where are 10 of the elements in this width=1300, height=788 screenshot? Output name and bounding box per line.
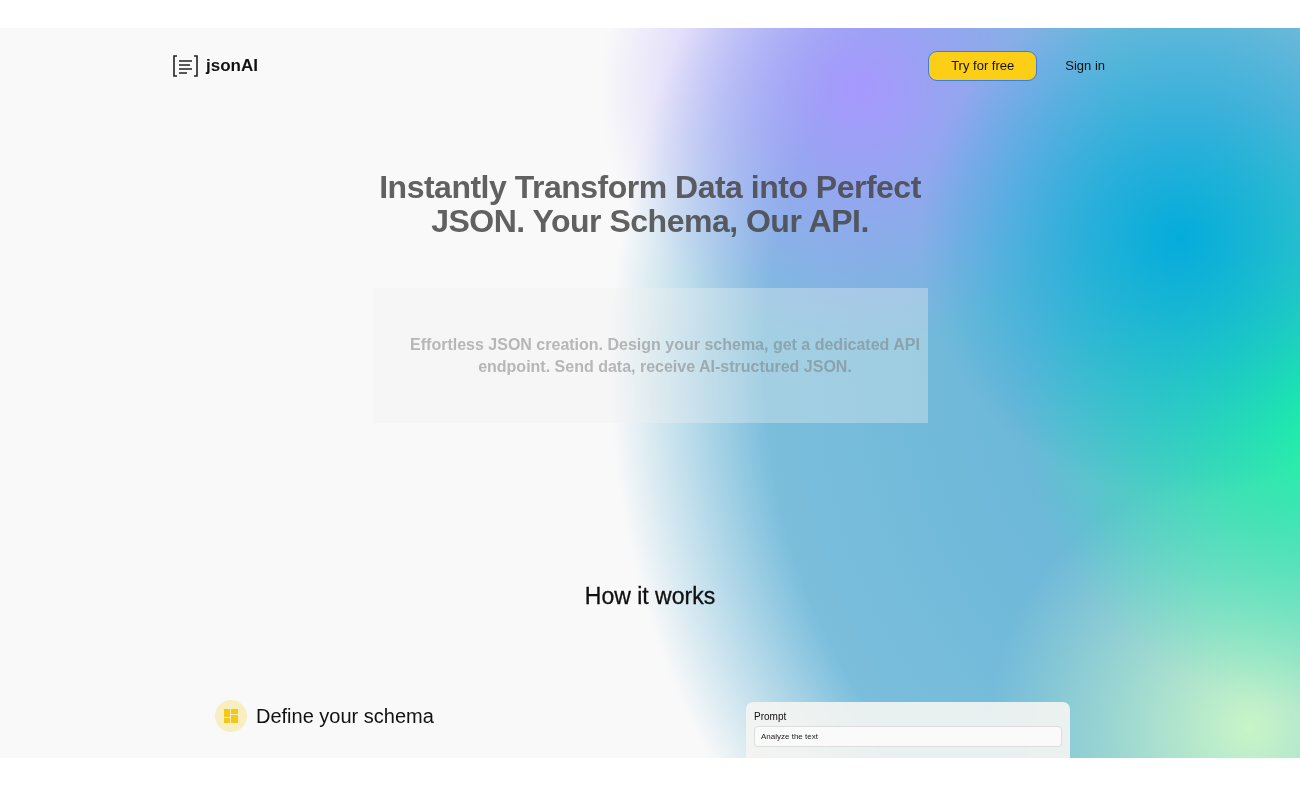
prompt-label: Prompt <box>754 711 788 722</box>
layout-icon <box>215 700 247 732</box>
logo-icon <box>173 54 198 77</box>
prompt-field[interactable]: Analyze the text <box>754 726 1062 747</box>
section-heading: How it works <box>583 583 717 610</box>
try-free-button[interactable]: Try for free <box>928 50 1038 81</box>
sign-in-link[interactable]: Sign in <box>1065 58 1105 73</box>
hero-title: Instantly Transform Data into Perfect JSON. Your Schema, Our API. <box>378 170 922 238</box>
step-title: Define your schema <box>256 704 434 728</box>
logo-text: jsonAI <box>206 55 258 76</box>
